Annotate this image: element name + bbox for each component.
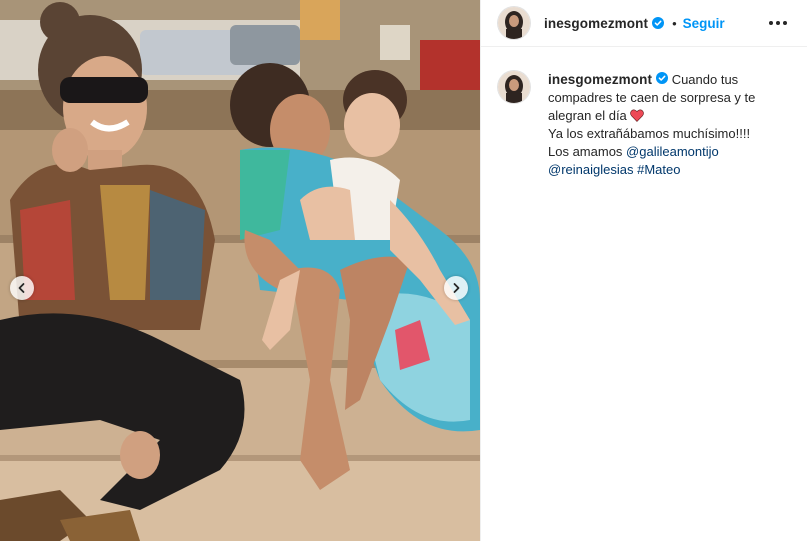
caption-line-3: Los amamos @galileamontijo — [548, 143, 788, 161]
caption-line-4: @reinaiglesias #Mateo — [548, 161, 788, 179]
profile-picture-icon — [498, 7, 530, 39]
previous-photo-button[interactable] — [10, 276, 34, 300]
caption-username-link[interactable]: inesgomezmont — [548, 72, 652, 87]
verified-badge-icon — [656, 72, 669, 84]
next-photo-button[interactable] — [444, 276, 468, 300]
follow-button[interactable]: Seguir — [683, 16, 725, 31]
chevron-right-icon — [453, 283, 460, 293]
avatar[interactable] — [498, 71, 530, 103]
username-link[interactable]: inesgomezmont — [544, 16, 648, 31]
profile-picture-icon — [498, 71, 530, 103]
more-dot-icon — [769, 21, 773, 25]
more-options-button[interactable] — [765, 17, 791, 29]
post-side-panel: inesgomezmont • Seguir inesgomezmont Cua… — [480, 0, 807, 541]
post-header: inesgomezmont • Seguir — [481, 0, 807, 47]
verified-badge-icon — [652, 17, 665, 29]
hashtag-mateo[interactable]: #Mateo — [637, 162, 680, 177]
post-modal: inesgomezmont • Seguir inesgomezmont Cua… — [0, 0, 807, 541]
mention-galileamontijo[interactable]: @galileamontijo — [626, 144, 719, 159]
red-heart-icon — [629, 109, 644, 122]
chevron-left-icon — [18, 283, 25, 293]
caption-line-3-text: Los amamos — [548, 144, 623, 159]
caption-first-line: inesgomezmont Cuando tus compadres te ca… — [548, 71, 788, 125]
mention-reinaiglesias[interactable]: @reinaiglesias — [548, 162, 633, 177]
more-dot-icon — [776, 21, 780, 25]
post-caption: inesgomezmont Cuando tus compadres te ca… — [481, 47, 807, 179]
separator-dot: • — [672, 15, 677, 31]
more-dot-icon — [783, 21, 787, 25]
post-photo[interactable] — [0, 0, 480, 541]
caption-text: inesgomezmont Cuando tus compadres te ca… — [548, 71, 788, 179]
caption-line-2: Ya los extrañábamos muchísimo!!!! — [548, 126, 751, 141]
photo-image — [0, 0, 480, 541]
avatar[interactable] — [498, 7, 530, 39]
